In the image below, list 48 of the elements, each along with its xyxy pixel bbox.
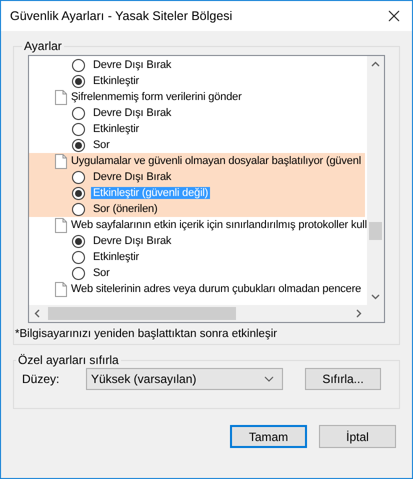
radio-button[interactable]: [72, 250, 85, 264]
restart-note: *Bilgisayarınızı yeniden başlattıktan sonra etkinleşir: [15, 328, 278, 340]
option-label[interactable]: Sor (önerilen): [91, 203, 160, 215]
setting-label: Web sayfalarının etkin içerik için sınırlandırılmış protokoller kull: [71, 219, 367, 231]
setting-label: Şifrelenmemiş form verilerini gönder: [71, 91, 242, 103]
option-label[interactable]: Etkinleştir: [91, 123, 142, 135]
window-title: Güvenlik Ayarları - Yasak Siteler Bölgesi: [10, 9, 232, 23]
chevron-down-icon: [264, 376, 274, 382]
level-label: Düzey:: [22, 372, 60, 386]
horizontal-scrollbar[interactable]: [29, 305, 384, 322]
document-icon: [55, 282, 67, 296]
group-title: Ayarlar: [23, 39, 63, 53]
scroll-thumb[interactable]: [48, 307, 236, 320]
option-label[interactable]: Etkinleştir: [91, 75, 142, 87]
setting-label: Web sitelerinin adres veya durum çubukları olmadan pencere: [71, 283, 362, 295]
scroll-left-icon[interactable]: [34, 309, 40, 318]
setting-label: Uygulamalar ve güvenli olmayan dosyalar başlatılıyor (güvenl: [71, 155, 361, 167]
radio-button[interactable]: [72, 106, 85, 120]
radio-button[interactable]: [72, 234, 85, 248]
option-label[interactable]: Sor: [91, 267, 112, 279]
radio-button[interactable]: [72, 170, 85, 184]
scroll-thumb[interactable]: [369, 222, 382, 240]
radio-button[interactable]: [72, 58, 85, 72]
option-label[interactable]: Devre Dışı Bırak: [91, 171, 174, 183]
scroll-up-icon[interactable]: [371, 61, 380, 67]
level-dropdown[interactable]: Yüksek (varsayılan): [86, 368, 283, 390]
document-icon: [55, 90, 67, 104]
option-label[interactable]: Devre Dışı Bırak: [91, 235, 174, 247]
ok-button[interactable]: Tamam: [230, 425, 307, 448]
option-label[interactable]: Sor: [91, 139, 112, 151]
option-label[interactable]: Devre Dışı Bırak: [91, 59, 174, 71]
option-label[interactable]: Devre Dışı Bırak: [91, 107, 174, 119]
radio-button[interactable]: [72, 266, 85, 280]
reset-button[interactable]: Sıfırla...: [305, 368, 381, 390]
scroll-right-icon[interactable]: [356, 309, 362, 318]
close-icon[interactable]: [388, 10, 400, 22]
group-title: Özel ayarları sıfırla: [17, 353, 120, 367]
document-icon: [55, 218, 67, 232]
option-label[interactable]: Etkinleştir: [91, 251, 142, 263]
radio-button[interactable]: [72, 186, 85, 200]
radio-button[interactable]: [72, 74, 85, 88]
document-icon: [55, 154, 67, 168]
radio-button[interactable]: [72, 202, 85, 216]
radio-button[interactable]: [72, 138, 85, 152]
radio-button[interactable]: [72, 122, 85, 136]
vertical-scrollbar[interactable]: [367, 56, 384, 305]
cancel-button[interactable]: İptal: [319, 425, 396, 448]
scroll-down-icon[interactable]: [371, 294, 380, 300]
